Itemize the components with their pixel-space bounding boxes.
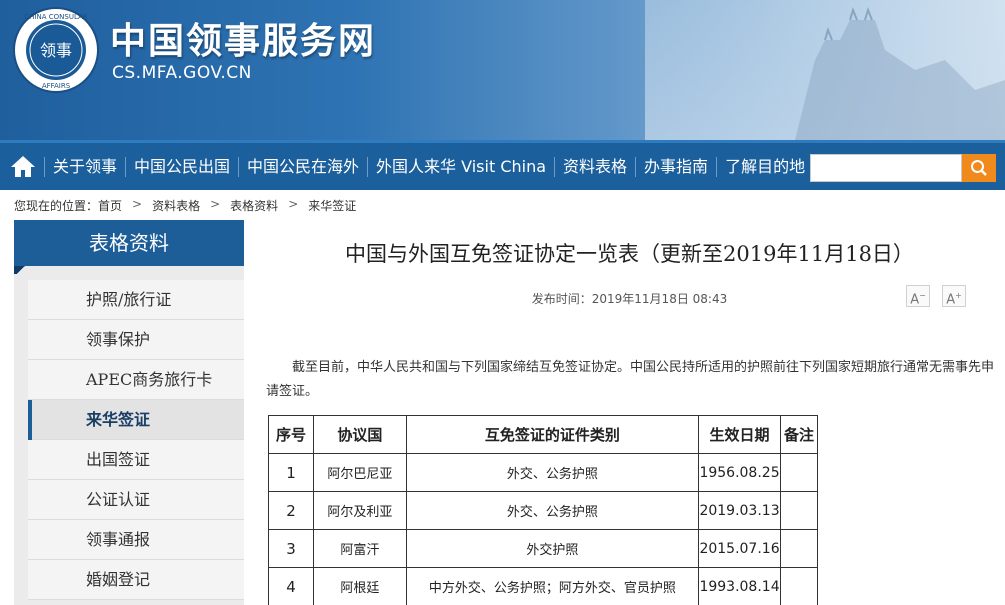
cell-effective-date: 1956.08.25 [698, 453, 782, 492]
cell-effective-date: 2015.07.16 [698, 529, 782, 568]
breadcrumb-prefix: 您现在的位置： [14, 199, 99, 213]
cell-country: 阿尔巴尼亚 [312, 453, 407, 492]
cell-document-type: 外交、公务护照 [405, 491, 700, 530]
cell-country: 阿尔及利亚 [312, 491, 407, 530]
font-increase-button[interactable]: A+ [942, 285, 966, 307]
breadcrumb-forms[interactable]: 资料表格 [152, 197, 200, 214]
sidebar-item-consular-notification[interactable]: 领事通报 [28, 520, 244, 560]
breadcrumb-separator: > [288, 197, 299, 211]
sidebar-menu: 护照/旅行证 领事保护 APEC商务旅行卡 来华签证 出国签证 公证认证 领事通… [28, 280, 244, 600]
breadcrumb-separator: > [132, 197, 143, 211]
nav-item-about-consular[interactable]: 关于领事 [44, 156, 125, 177]
cell-country: 阿富汗 [312, 529, 407, 568]
cell-effective-date: 2019.03.13 [698, 491, 782, 530]
cell-no: 2 [268, 491, 314, 530]
svg-text:CHINA CONSULAR: CHINA CONSULAR [24, 13, 88, 21]
header-document-type: 互免签证的证件类别 [405, 415, 700, 454]
breadcrumb-form-materials[interactable]: 表格资料 [230, 197, 278, 214]
nav-item-forms[interactable]: 资料表格 [554, 156, 635, 177]
header-remarks: 备注 [780, 415, 818, 454]
search-button[interactable] [962, 154, 996, 182]
home-icon[interactable] [8, 153, 38, 179]
breadcrumb-current[interactable]: 来华签证 [308, 197, 356, 214]
cell-document-type: 外交护照 [405, 529, 700, 568]
publish-time: 发布时间：2019年11月18日 08:43 [531, 292, 728, 306]
nav-item-guide[interactable]: 办事指南 [635, 156, 716, 177]
breadcrumb-separator: > [210, 197, 221, 211]
sidebar-item-china-visa[interactable]: 来华签证 [28, 400, 244, 440]
cell-remarks [780, 567, 818, 605]
nav-item-citizens-abroad-travel[interactable]: 中国公民出国 [125, 156, 238, 177]
font-decrease-label: A [910, 292, 920, 308]
header-effective-date: 生效日期 [698, 415, 782, 454]
article-intro: 截至目前，中华人民共和国与下列国家缔结互免签证协定。中国公民持所适用的护照前往下… [266, 360, 995, 399]
cell-effective-date: 1993.08.14 [698, 567, 782, 605]
cell-remarks [780, 529, 818, 568]
site-url[interactable]: CS.MFA.GOV.CN [112, 63, 252, 83]
sidebar-item-outbound-visa[interactable]: 出国签证 [28, 440, 244, 480]
great-wall-banner-image [645, 0, 1005, 140]
cell-document-type: 中方外交、公务护照；阿方外交、官员护照 [405, 567, 700, 605]
site-header: 领事 CHINA CONSULAR AFFAIRS 中国领事服务网 CS.MFA… [0, 0, 1005, 140]
cell-no: 3 [268, 529, 314, 568]
header-country: 协议国 [312, 415, 407, 454]
article-title: 中国与外国互免签证协定一览表（更新至2019年11月18日） [345, 242, 914, 266]
visa-agreement-table: 序号 协议国 互免签证的证件类别 生效日期 备注 1 阿尔巴尼亚 外交、公务护照… [268, 415, 818, 605]
table-header-row: 序号 协议国 互免签证的证件类别 生效日期 备注 [268, 415, 818, 454]
search-icon [971, 160, 987, 176]
cell-no: 4 [268, 567, 314, 605]
cell-remarks [780, 453, 818, 492]
font-decrease-button[interactable]: A− [906, 285, 930, 307]
table-row: 2 阿尔及利亚 外交、公务护照 2019.03.13 [268, 491, 818, 530]
breadcrumb-home[interactable]: 首页 [98, 197, 122, 214]
breadcrumb: 您现在的位置： 首页 > 资料表格 > 表格资料 > 来华签证 [14, 197, 356, 214]
nav-item-citizens-overseas[interactable]: 中国公民在海外 [238, 156, 367, 177]
consular-seal-logo: 领事 CHINA CONSULAR AFFAIRS [13, 7, 99, 93]
sidebar: 表格资料 护照/旅行证 领事保护 APEC商务旅行卡 来华签证 出国签证 公证认… [14, 220, 244, 605]
cell-remarks [780, 491, 818, 530]
table-row: 3 阿富汗 外交护照 2015.07.16 [268, 529, 818, 568]
cell-no: 1 [268, 453, 314, 492]
search-input[interactable] [810, 154, 962, 182]
cell-document-type: 外交、公务护照 [405, 453, 700, 492]
sidebar-item-marriage-registration[interactable]: 婚姻登记 [28, 560, 244, 600]
sidebar-item-passport[interactable]: 护照/旅行证 [28, 280, 244, 320]
sidebar-item-apec-card[interactable]: APEC商务旅行卡 [28, 360, 244, 400]
header-no: 序号 [268, 415, 314, 454]
sidebar-title: 表格资料 [14, 220, 244, 274]
nav-item-destinations[interactable]: 了解目的地 [716, 156, 813, 177]
table-row: 4 阿根廷 中方外交、公务护照；阿方外交、官员护照 1993.08.14 [268, 567, 818, 605]
font-increase-label: A [946, 292, 956, 308]
sidebar-item-consular-protection[interactable]: 领事保护 [28, 320, 244, 360]
nav-item-visit-china[interactable]: 外国人来华 Visit China [367, 156, 554, 177]
sidebar-item-notarization[interactable]: 公证认证 [28, 480, 244, 520]
main-nav: 关于领事 中国公民出国 中国公民在海外 外国人来华 Visit China 资料… [0, 140, 1005, 190]
svg-text:领事: 领事 [40, 41, 72, 60]
table-row: 1 阿尔巴尼亚 外交、公务护照 1956.08.25 [268, 453, 818, 492]
cell-country: 阿根廷 [312, 567, 407, 605]
svg-text:AFFAIRS: AFFAIRS [42, 82, 71, 90]
site-title[interactable]: 中国领事服务网 [110, 12, 376, 64]
